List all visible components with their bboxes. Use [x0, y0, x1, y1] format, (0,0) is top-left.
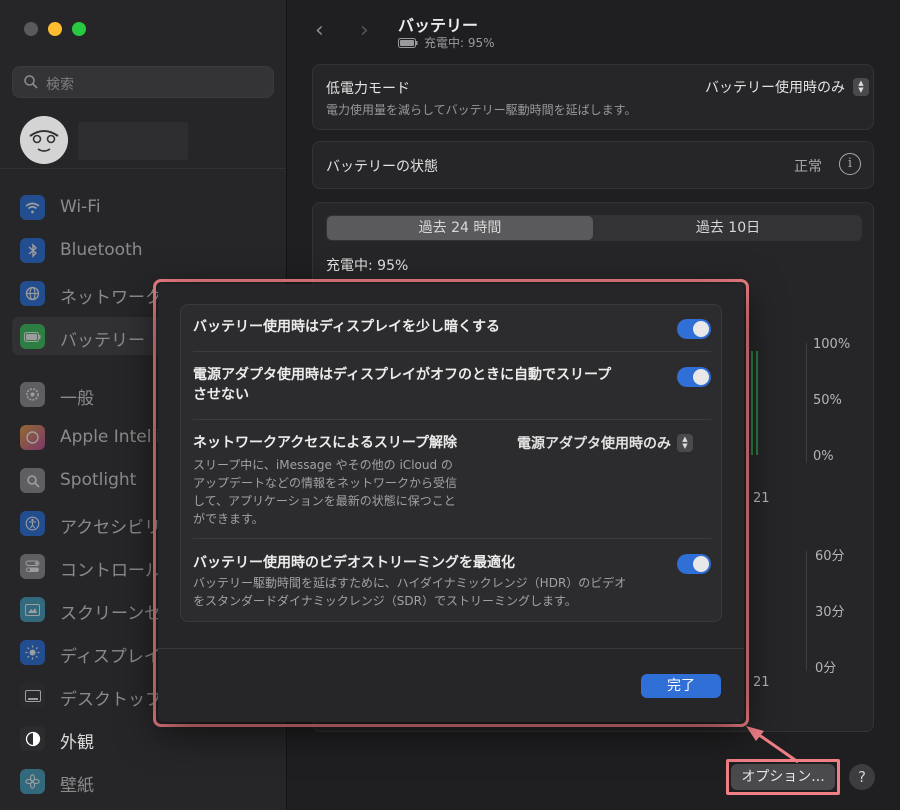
option-wake-network-desc: ができます。 [193, 512, 264, 526]
battery-options-dialog: バッテリー使用時はディスプレイを少し暗くする 電源アダプタ使用時はディスプレイが… [158, 284, 744, 722]
option-prevent-sleep-title-line2: させない [193, 387, 249, 403]
chevron-up-down-icon: ▲ ▼ [677, 434, 693, 452]
divider [193, 351, 711, 352]
option-video-streaming-desc: バッテリー駆動時間を延ばすために、ハイダイナミックレンジ（HDR）のビデオ [193, 576, 627, 590]
wake-network-value: 電源アダプタ使用時のみ [517, 436, 671, 452]
option-wake-network-desc: して、アプリケーションを最新の状態に保つこと [193, 494, 456, 508]
divider [158, 648, 744, 649]
option-wake-network-desc: アップデートなどの情報をネットワークから受信 [193, 476, 458, 490]
divider [193, 538, 711, 539]
option-wake-network-desc: スリープ中に、iMessage やその他の iCloud の [193, 458, 453, 472]
prevent-sleep-toggle[interactable] [677, 367, 711, 387]
wake-network-popup[interactable]: 電源アダプタ使用時のみ ▲ ▼ [517, 433, 693, 453]
option-video-streaming-desc: をスタンダードダイナミックレンジ（SDR）でストリーミングします。 [193, 594, 577, 608]
done-button[interactable]: 完了 [641, 674, 721, 698]
option-wake-network-title: ネットワークアクセスによるスリープ解除 [193, 435, 458, 451]
video-streaming-toggle[interactable] [677, 554, 711, 574]
settings-window: 検索 Wi-Fi Bluetooth ネットワーク バッテリー 一般 Apple… [0, 0, 900, 810]
divider [193, 419, 711, 420]
dim-display-toggle[interactable] [677, 319, 711, 339]
options-list: バッテリー使用時はディスプレイを少し暗くする 電源アダプタ使用時はディスプレイが… [180, 304, 722, 622]
option-dim-display-title: バッテリー使用時はディスプレイを少し暗くする [193, 319, 501, 335]
option-video-streaming-title: バッテリー使用時のビデオストリーミングを最適化 [193, 555, 515, 571]
option-prevent-sleep-title-line1: 電源アダプタ使用時はディスプレイがオフのときに自動でスリープ [193, 367, 612, 383]
